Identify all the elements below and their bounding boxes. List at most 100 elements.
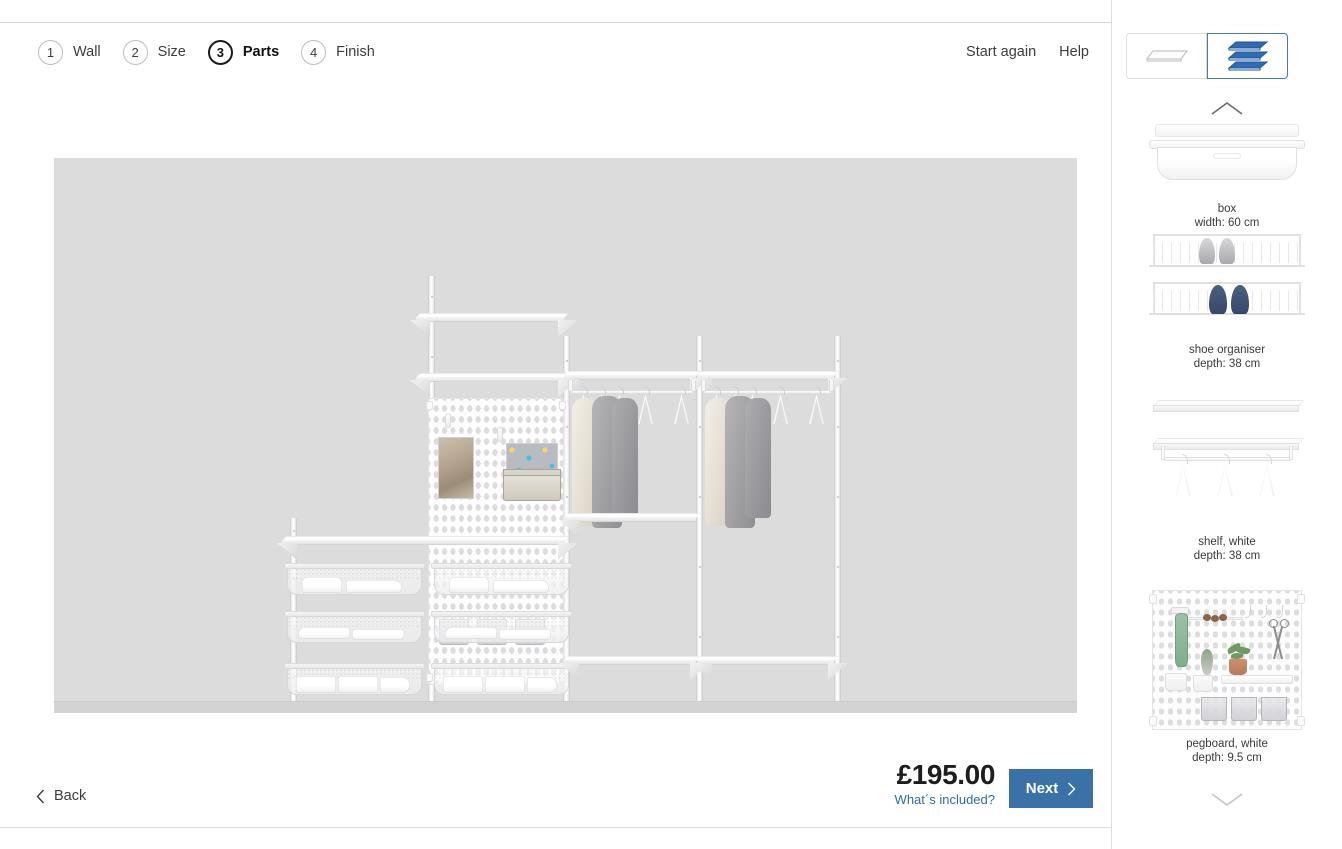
viewer-floor — [54, 701, 1077, 713]
parts-list[interactable]: box width: 60 cm shoe organiser depth: 3… — [1112, 120, 1342, 780]
part-caption: shoe organiser depth: 38 cm — [1112, 330, 1342, 371]
step-label: Finish — [336, 44, 375, 60]
hanger — [1175, 454, 1191, 496]
box-thumbnail — [1149, 120, 1305, 198]
sausage-string — [1211, 615, 1219, 622]
stacked-shelves-view-button[interactable] — [1207, 33, 1288, 79]
view-mode-toggle — [1126, 33, 1288, 79]
scroll-down-chevron-icon — [1211, 793, 1243, 807]
plant-pot — [1229, 659, 1247, 675]
part-item-pegboard[interactable]: pegboard, white depth: 9.5 cm — [1112, 590, 1342, 770]
shelf-plain-thumbnail — [1149, 390, 1305, 424]
step-number: 3 — [207, 39, 233, 65]
shoe-rack — [1149, 234, 1305, 268]
part-caption: box width: 60 cm — [1112, 198, 1342, 230]
wardrobe-shelf — [692, 656, 848, 680]
wardrobe-shelf — [559, 513, 701, 537]
pegboard-hook — [1277, 605, 1283, 618]
step-wall[interactable]: 1 Wall — [38, 39, 101, 65]
header-links: Start again Help — [966, 44, 1089, 60]
part-name: shelf, white — [1198, 536, 1256, 548]
pegboard-photo — [438, 437, 474, 499]
chevron-right-icon — [1068, 782, 1076, 795]
sneaker — [1231, 285, 1249, 314]
whats-included-link[interactable]: What´s included? — [895, 792, 995, 807]
box-body — [1157, 147, 1297, 180]
pegboard-holder-tab — [503, 469, 561, 476]
slipper — [1199, 238, 1215, 264]
pegboard-peg — [497, 427, 503, 442]
part-spec: depth: 9.5 cm — [1192, 751, 1262, 764]
wardrobe-hanger — [809, 386, 824, 426]
part-item-box[interactable]: box width: 60 cm — [1112, 120, 1342, 232]
step-parts[interactable]: 3 Parts — [207, 39, 279, 65]
wardrobe-box — [284, 611, 425, 644]
rail-bracket — [568, 380, 573, 392]
hanger — [1217, 454, 1233, 496]
scissors-handle — [1269, 619, 1278, 628]
step-number: 2 — [122, 39, 148, 65]
wardrobe-planner-app: 1 Wall 2 Size 3 Parts 4 Finish Start aga… — [0, 0, 1342, 849]
wardrobe-shelf — [692, 371, 848, 395]
slipper — [1219, 238, 1235, 264]
step-label: Wall — [73, 44, 101, 60]
step-number: 1 — [38, 39, 63, 65]
scroll-up-button[interactable] — [1112, 96, 1342, 122]
next-button[interactable]: Next — [1009, 769, 1093, 808]
next-label: Next — [1025, 780, 1059, 797]
footer-divider — [0, 827, 1111, 828]
pegboard-panel — [1149, 590, 1305, 730]
pegboard-magazine-holder — [503, 475, 561, 501]
wardrobe-hanger — [773, 386, 788, 426]
stacked-shelves-view-icon — [1227, 41, 1268, 71]
wardrobe-box — [284, 563, 425, 596]
hanger — [1259, 454, 1275, 496]
decorative-figure — [1201, 649, 1213, 675]
back-label: Back — [54, 788, 87, 804]
part-spec: depth: 38 cm — [1193, 549, 1261, 562]
shoe-rack — [1149, 282, 1305, 316]
pegboard-bin — [1201, 697, 1227, 721]
product-3d-viewer[interactable] — [54, 158, 1077, 713]
rail-bracket — [691, 380, 696, 392]
step-size[interactable]: 2 Size — [122, 39, 186, 65]
part-caption: pegboard, white depth: 9.5 cm — [1112, 732, 1342, 765]
single-shelf-view-button[interactable] — [1126, 33, 1207, 79]
breadcrumb-steps: 1 Wall 2 Size 3 Parts 4 Finish — [38, 38, 397, 66]
wardrobe-shelf — [559, 656, 710, 680]
rail-bracket — [701, 380, 706, 392]
price-block: £195.00 What´s included? — [895, 759, 996, 809]
part-caption: shelf, white depth: 38 cm — [1112, 534, 1342, 563]
wardrobe-assembly — [276, 158, 848, 701]
pegboard-peg — [445, 413, 451, 428]
box-lid — [1155, 124, 1299, 137]
part-spec: width: 60 cm — [1194, 216, 1260, 229]
part-item-shoe-organiser[interactable]: shoe organiser depth: 38 cm — [1112, 232, 1342, 390]
wardrobe-box — [431, 563, 572, 596]
shelf-board — [1153, 438, 1305, 450]
total-price: £195.00 — [896, 759, 996, 790]
part-name: box — [1217, 203, 1237, 215]
wardrobe-shelf — [277, 536, 578, 560]
help-link[interactable]: Help — [1059, 44, 1089, 60]
shoe-organiser-thumbnail — [1149, 232, 1305, 330]
cup — [1193, 675, 1213, 692]
wardrobe-garment — [745, 398, 771, 518]
pegboard-shelf — [1221, 675, 1293, 684]
spray-bottle — [1175, 613, 1188, 667]
chevron-left-icon — [36, 789, 45, 803]
scroll-down-button[interactable] — [1112, 786, 1342, 812]
step-finish[interactable]: 4 Finish — [301, 39, 375, 65]
wardrobe-shelf — [410, 313, 578, 337]
wardrobe-shelf — [410, 373, 578, 397]
part-item-shelf[interactable]: shelf, white depth: 38 cm — [1112, 390, 1342, 590]
pegboard-bin — [1231, 697, 1257, 721]
pegboard-hook — [1261, 605, 1267, 618]
part-name: shoe organiser — [1188, 344, 1266, 356]
sneaker — [1209, 285, 1227, 314]
back-button[interactable]: Back — [36, 788, 86, 804]
shelf-board — [1153, 400, 1305, 412]
start-again-link[interactable]: Start again — [966, 44, 1036, 60]
wardrobe-box — [431, 611, 572, 644]
step-label: Size — [157, 44, 186, 60]
